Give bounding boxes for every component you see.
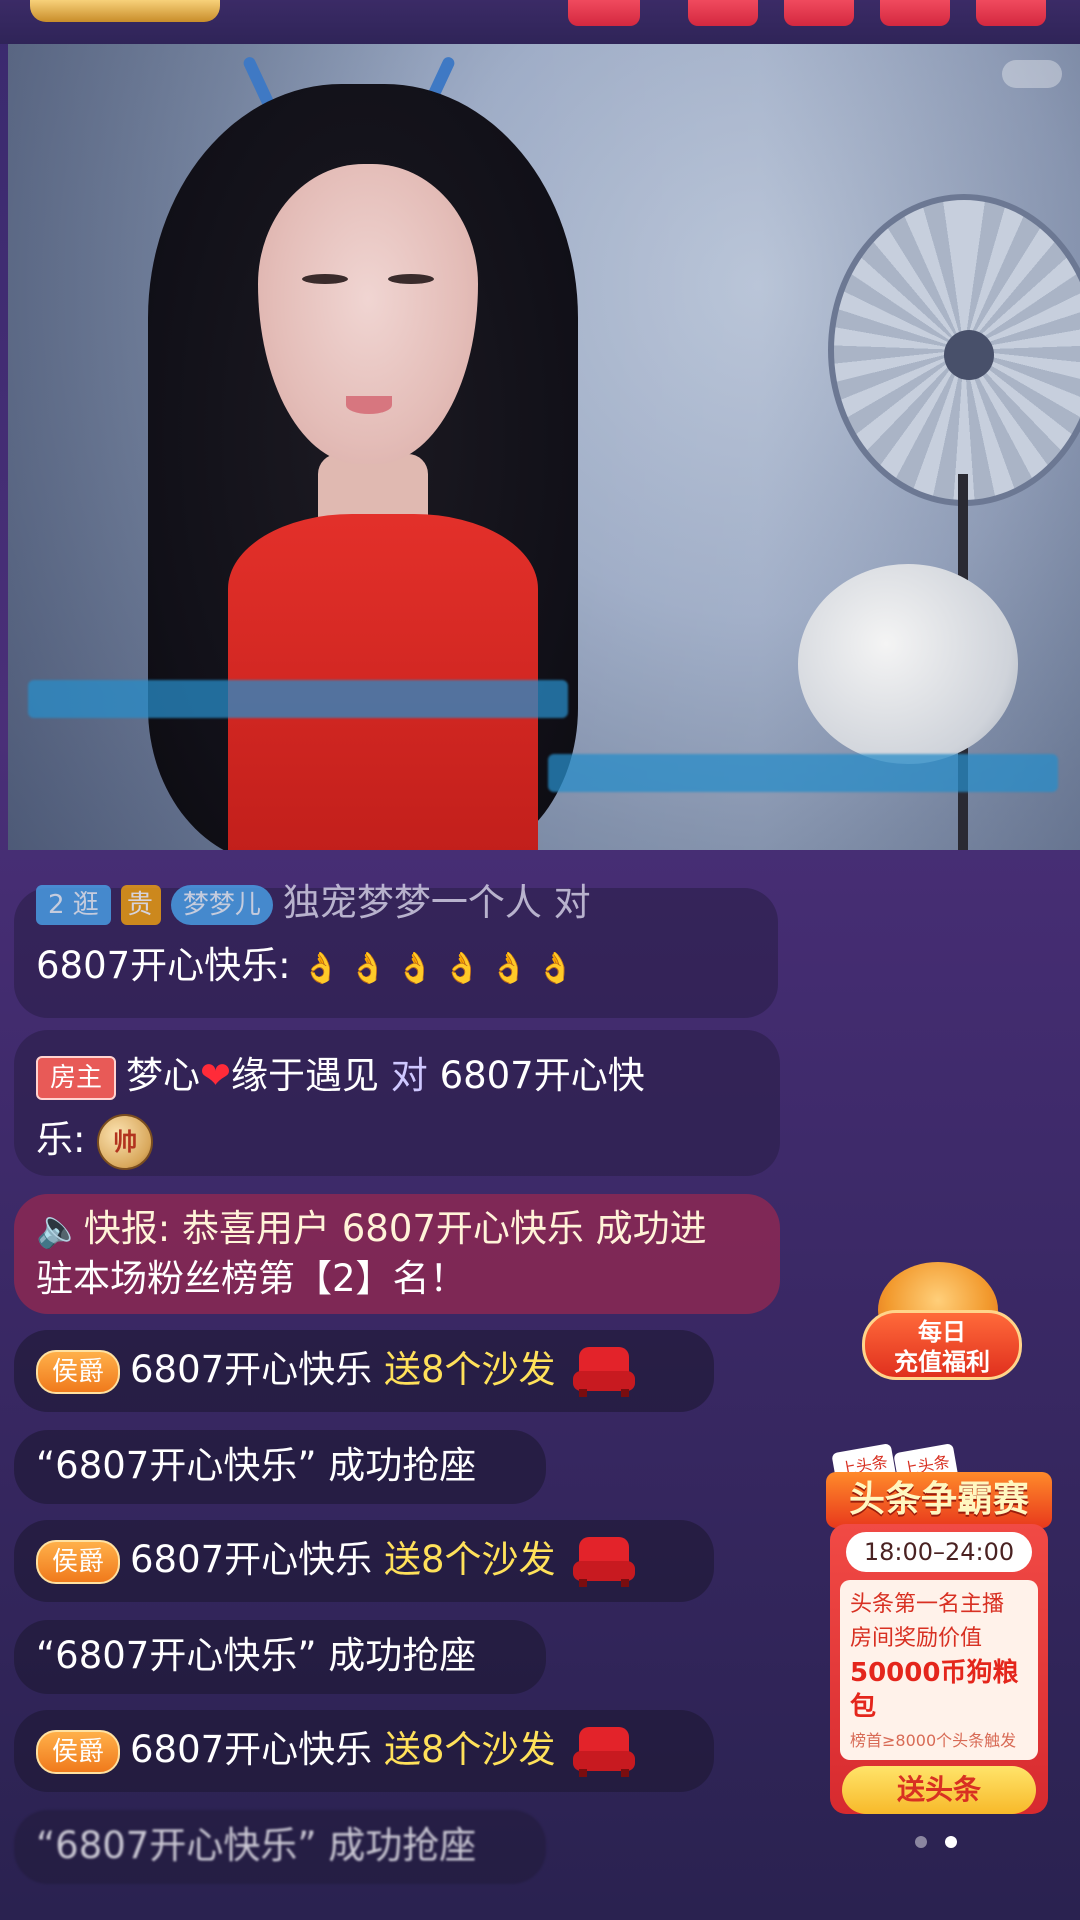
top-button-1[interactable] <box>688 0 758 26</box>
lyrics-line-1 <box>28 680 568 718</box>
gift-sender[interactable]: 6807开心快乐 <box>130 1728 372 1771</box>
send-headline-button[interactable]: 送头条 <box>842 1766 1036 1814</box>
gift-action: 送8个沙发 <box>383 1728 556 1771</box>
daily-recharge-label: 每日 充值福利 <box>862 1310 1022 1380</box>
seat-message: “6807开心快乐” 成功抢座 <box>14 1430 546 1504</box>
heart-icon: ❤ <box>200 1054 232 1097</box>
headline-title: 头条争霸赛 <box>826 1472 1052 1528</box>
level-badge: 2 逛 <box>36 884 111 925</box>
room-badge[interactable] <box>30 0 220 22</box>
sender-name[interactable]: 梦心 <box>126 1054 200 1097</box>
duke-badge: 侯爵 <box>36 1349 121 1394</box>
contest-description: 头条第一名主播 房间奖励价值 50000币狗粮包 榜首≥8000个头条触发 <box>840 1580 1038 1760</box>
pager-dot[interactable] <box>915 1836 927 1848</box>
live-video[interactable] <box>8 44 1080 850</box>
announcement-text: 快报: 恭喜用户 6807开心快乐 成功进 <box>83 1207 707 1250</box>
target-name[interactable]: 6807开心快乐: <box>36 944 291 987</box>
announcement-text-2: 驻本场粉丝榜第【2】名！ <box>36 1257 467 1300</box>
to-label: 对 <box>390 1054 428 1097</box>
target-name[interactable]: 6807开心快 <box>440 1054 645 1097</box>
gift-message: 侯爵 6807开心快乐 送8个沙发 <box>14 1710 714 1792</box>
reward-text: 50000币狗粮包 <box>850 1658 1019 1722</box>
chess-coin-icon: 帅 <box>97 1113 154 1170</box>
gift-sender[interactable]: 6807开心快乐 <box>130 1348 372 1391</box>
duke-badge: 侯爵 <box>36 1539 121 1584</box>
sofa-icon <box>573 1726 636 1777</box>
watermark-icon <box>1002 60 1062 88</box>
sender-name[interactable]: 独宠梦梦一个人 <box>283 881 542 924</box>
top-button-2[interactable] <box>784 0 854 26</box>
seat-text: “6807开心快乐” 成功抢座 <box>36 1634 477 1677</box>
headline-contest-widget[interactable]: 上头条 上头条 头条争霸赛 18:00–24:00 头条第一名主播 房间奖励价值… <box>826 1443 1052 1814</box>
chat-message: 房主 梦心❤缘于遇见 对 6807开心快 乐: 帅 <box>14 1030 780 1176</box>
top-button-3[interactable] <box>880 0 950 26</box>
gift-action: 送8个沙发 <box>383 1538 556 1581</box>
ok-hand-emojis: 👌 👌 👌 👌 👌 👌 <box>302 951 575 986</box>
daily-recharge-widget[interactable]: 每日 充值福利 <box>862 1258 1022 1388</box>
top-avatar-button[interactable] <box>568 0 640 26</box>
contest-time: 18:00–24:00 <box>846 1532 1032 1572</box>
headline-card: 18:00–24:00 头条第一名主播 房间奖励价值 50000币狗粮包 榜首≥… <box>830 1524 1048 1814</box>
gift-message: 侯爵 6807开心快乐 送8个沙发 <box>14 1520 714 1602</box>
widget-pager[interactable] <box>915 1832 975 1852</box>
seat-message: “6807开心快乐” 成功抢座 <box>14 1810 546 1884</box>
sofa-icon <box>573 1346 636 1397</box>
announcement-message: 🔈 快报: 恭喜用户 6807开心快乐 成功进 驻本场粉丝榜第【2】名！ <box>14 1194 780 1314</box>
seat-text: “6807开心快乐” 成功抢座 <box>36 1444 477 1487</box>
desc-line-1: 头条第一名主播 <box>850 1592 1005 1617</box>
top-button-4[interactable] <box>976 0 1046 26</box>
chat-message: 2 逛贵梦梦儿 独宠梦梦一个人 对 6807开心快乐: 👌 👌 👌 👌 👌 👌 <box>14 881 778 1018</box>
host-badge: 房主 <box>36 1055 117 1100</box>
gift-action: 送8个沙发 <box>383 1348 556 1391</box>
seat-message: “6807开心快乐” 成功抢座 <box>14 1620 546 1694</box>
to-label: 对 <box>553 881 591 924</box>
gift-message: 侯爵 6807开心快乐 送8个沙发 <box>14 1330 714 1412</box>
desc-line-2: 房间奖励价值 <box>850 1626 983 1651</box>
top-bar <box>0 0 1080 44</box>
fan-badge: 梦梦儿 <box>170 884 273 925</box>
noble-badge: 贵 <box>120 884 161 925</box>
target-name-cont: 乐: <box>36 1118 86 1161</box>
pager-dot-active[interactable] <box>945 1836 957 1848</box>
gift-sender[interactable]: 6807开心快乐 <box>130 1538 372 1581</box>
seat-text: “6807开心快乐” 成功抢座 <box>36 1824 477 1867</box>
duke-badge: 侯爵 <box>36 1729 121 1774</box>
studio-light <box>798 564 1018 764</box>
sofa-icon <box>573 1536 636 1587</box>
lyrics-line-2 <box>548 754 1058 792</box>
sender-name-rest[interactable]: 缘于遇见 <box>231 1054 379 1097</box>
trigger-note: 榜首≥8000个头条触发 <box>850 1731 1017 1750</box>
speaker-icon: 🔈 <box>36 1207 83 1250</box>
